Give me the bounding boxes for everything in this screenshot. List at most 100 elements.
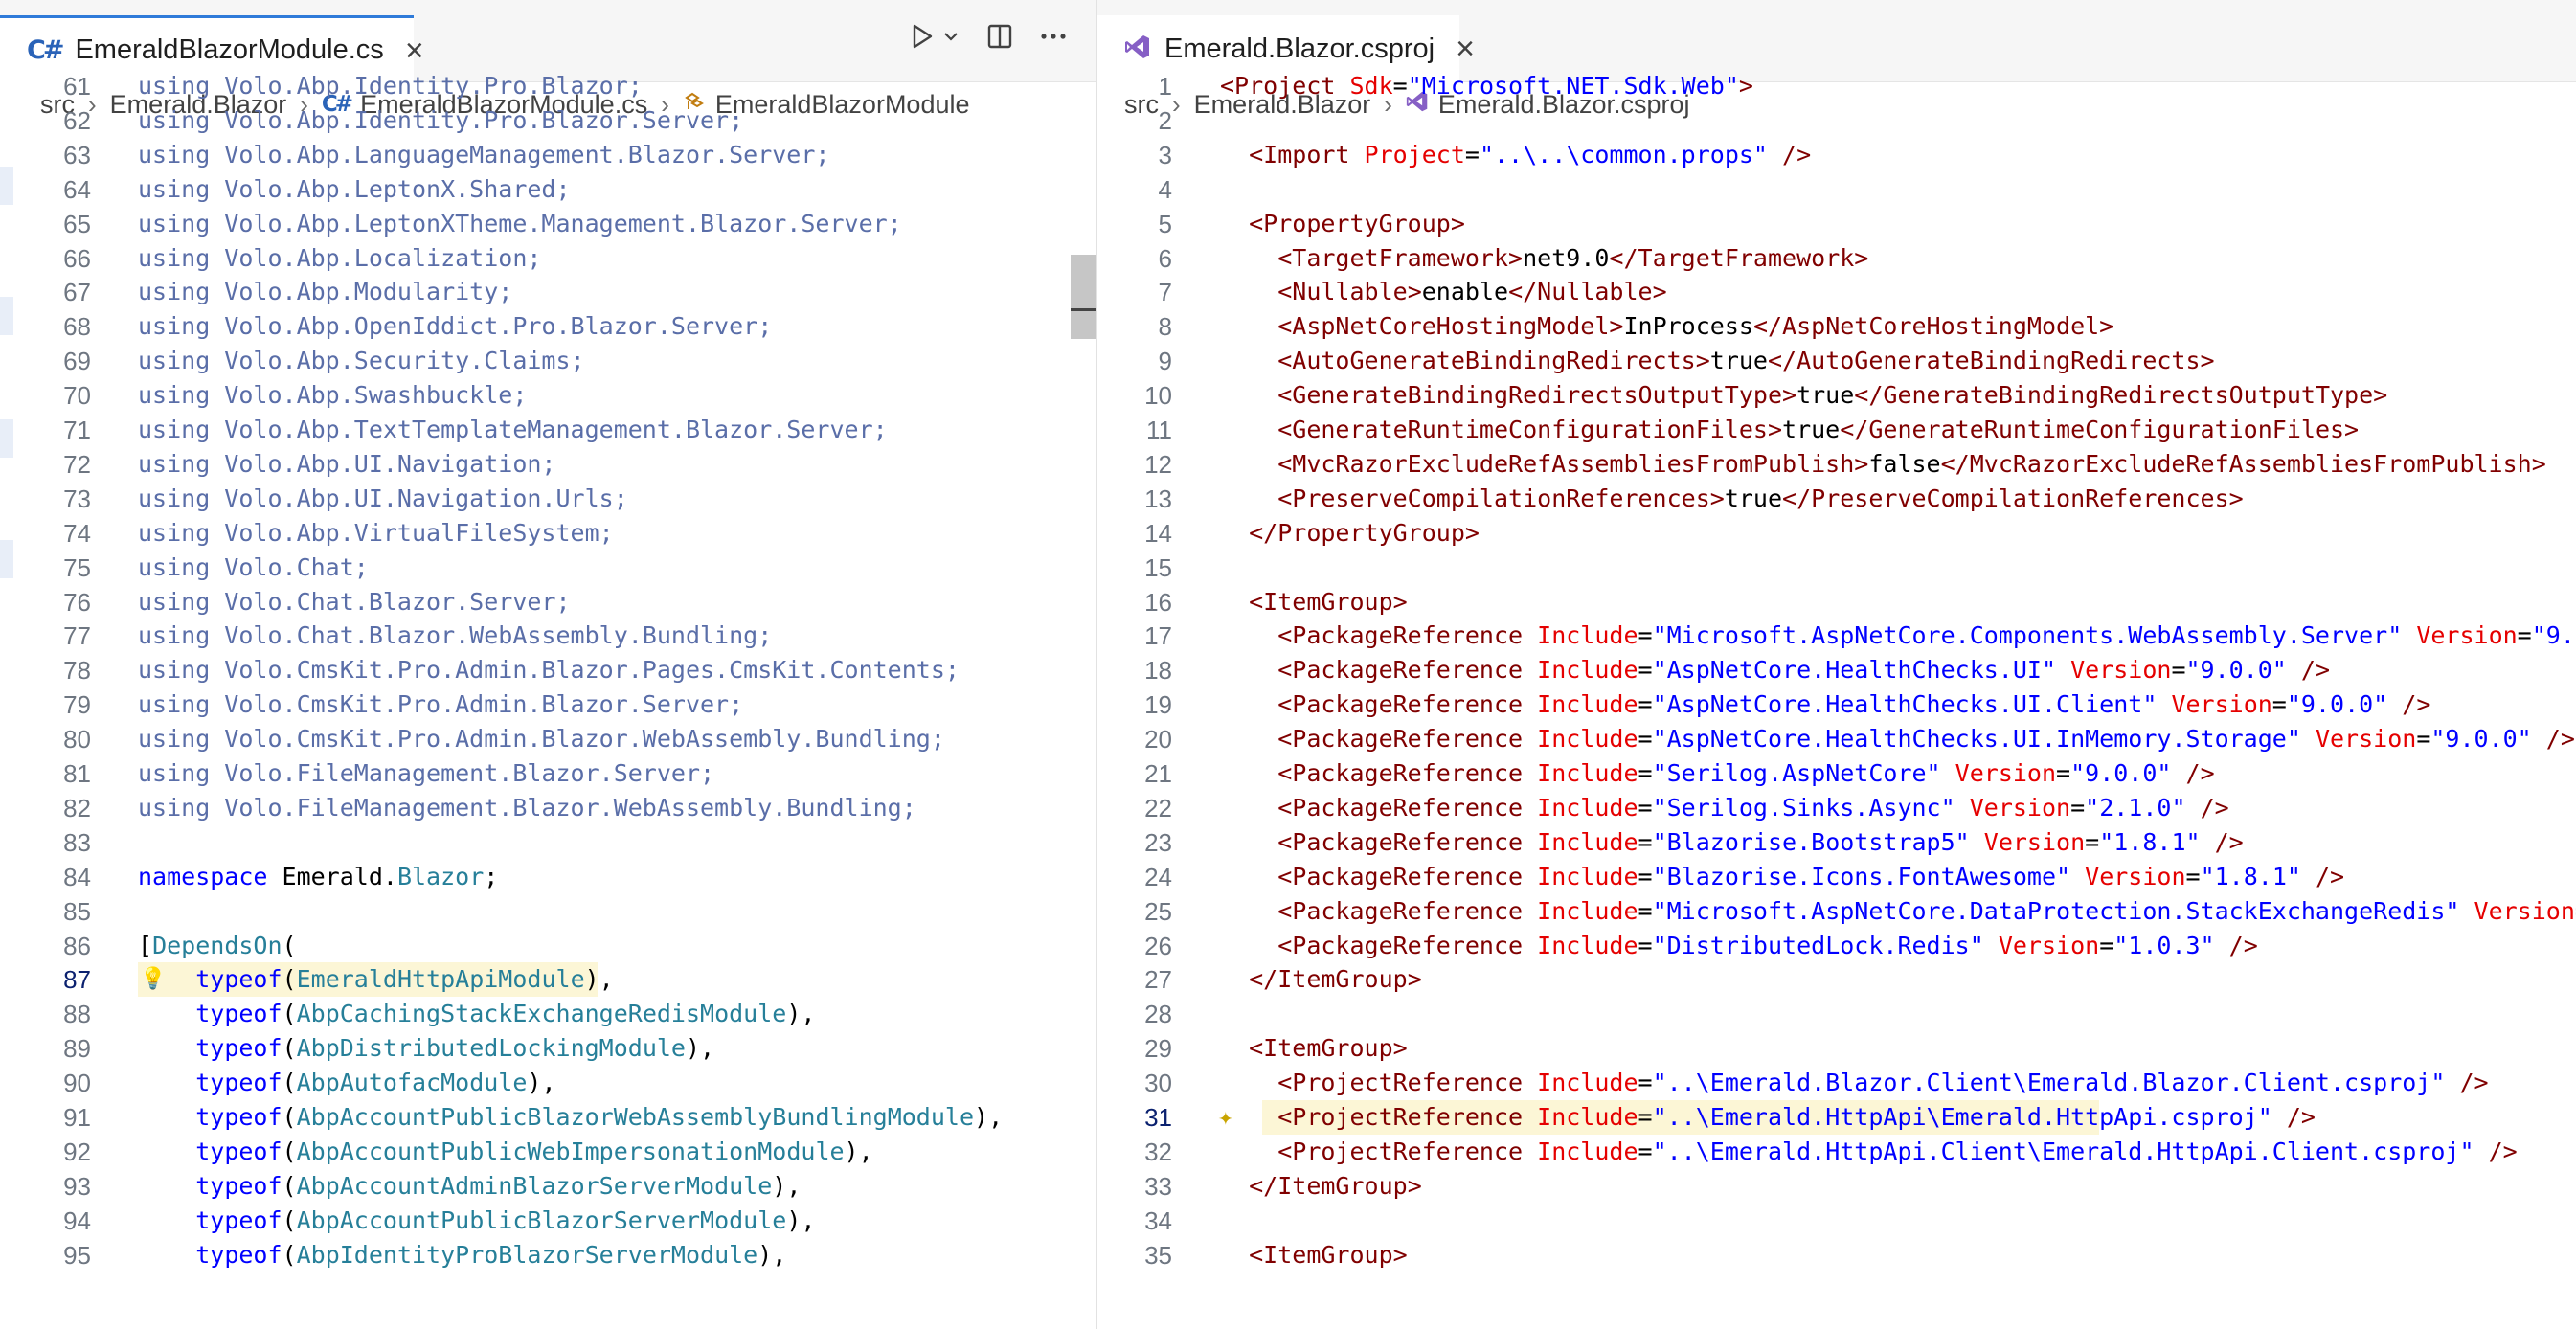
line-number: 75 (63, 552, 91, 582)
code-line[interactable]: 87 typeof(EmeraldHttpApiModule), 💡 (0, 962, 1096, 998)
code-line[interactable]: 7 <Nullable>enable</Nullable> (1097, 275, 2576, 309)
code-line[interactable]: 20 <PackageReference Include="AspNetCore… (1097, 722, 2576, 756)
more-actions-icon[interactable] (1040, 33, 1067, 40)
code-line[interactable]: 71 using Volo.Abp.TextTemplateManagement.… (0, 413, 1096, 447)
code-line[interactable]: 68 using Volo.Abp.OpenIddict.Pro.Blazor.S… (0, 309, 1096, 344)
code-line[interactable]: 34 (1097, 1204, 2576, 1238)
code-line[interactable]: 66 using Volo.Abp.Localization; (0, 241, 1096, 276)
code-line[interactable]: 88 typeof(AbpCachingStackExchangeRedisMo… (0, 997, 1096, 1031)
code-line[interactable]: 14 </PropertyGroup> (1097, 516, 2576, 551)
line-text: using Volo.Abp.TextTemplateManagement.Bl… (138, 416, 888, 443)
code-line[interactable]: 64 using Volo.Abp.LeptonX.Shared; (0, 172, 1096, 207)
code-line[interactable]: 32 <ProjectReference Include="..\Emerald… (1097, 1135, 2576, 1169)
code-line[interactable]: 3 <Import Project="..\..\common.props" /… (1097, 138, 2576, 172)
code-line[interactable]: 93 typeof(AbpAccountAdminBlazorServerMod… (0, 1169, 1096, 1204)
code-line[interactable]: 33 </ItemGroup> (1097, 1169, 2576, 1204)
line-number: 73 (63, 484, 91, 513)
code-line[interactable]: 78 using Volo.CmsKit.Pro.Admin.Blazor.Pag… (0, 653, 1096, 687)
code-line[interactable]: 89 typeof(AbpDistributedLockingModule), (0, 1031, 1096, 1066)
code-line[interactable]: 72 using Volo.Abp.UI.Navigation; (0, 447, 1096, 482)
code-line[interactable]: 80 using Volo.CmsKit.Pro.Admin.Blazor.Web… (0, 722, 1096, 756)
code-line[interactable]: 4 (1097, 172, 2576, 207)
code-line[interactable]: 9 <AutoGenerateBindingRedirects>true</Au… (1097, 344, 2576, 378)
code-line[interactable]: 21 <PackageReference Include="Serilog.As… (1097, 756, 2576, 791)
code-line[interactable]: 91 typeof(AbpAccountPublicBlazorWebAssem… (0, 1100, 1096, 1135)
code-line[interactable]: 95 typeof(AbpIdentityProBlazorServerModu… (0, 1238, 1096, 1273)
code-line[interactable]: 18 <PackageReference Include="AspNetCore… (1097, 653, 2576, 687)
code-line[interactable]: 85 (0, 894, 1096, 929)
line-text: using Volo.Abp.Localization; (138, 243, 542, 272)
code-line[interactable]: 63 using Volo.Abp.LanguageManagement.Blaz… (0, 138, 1096, 172)
code-line[interactable]: 65 using Volo.Abp.LeptonXTheme.Management… (0, 207, 1096, 241)
code-line[interactable]: 75 using Volo.Chat; (0, 551, 1096, 585)
code-line[interactable]: 13 <PreserveCompilationReferences>true</… (1097, 482, 2576, 516)
line-number: 12 (1144, 449, 1172, 479)
code-line[interactable]: 16 <ItemGroup> (1097, 585, 2576, 619)
line-number: 70 (63, 381, 91, 411)
code-line[interactable]: 79 using Volo.CmsKit.Pro.Admin.Blazor.Ser… (0, 687, 1096, 722)
line-number: 92 (63, 1137, 91, 1166)
close-icon[interactable]: × (405, 34, 424, 67)
code-line[interactable]: 25 <PackageReference Include="Microsoft.… (1097, 894, 2576, 929)
code-line[interactable]: 28 (1097, 997, 2576, 1031)
code-line[interactable]: 94 typeof(AbpAccountPublicBlazorServerMo… (0, 1204, 1096, 1238)
code-line[interactable]: 74 using Volo.Abp.VirtualFileSystem; (0, 516, 1096, 551)
code-line[interactable]: 23 <PackageReference Include="Blazorise.… (1097, 825, 2576, 860)
code-line[interactable]: 15 (1097, 551, 2576, 585)
vertical-scrollbar[interactable] (1071, 128, 1096, 1329)
code-line[interactable]: 8 <AspNetCoreHostingModel>InProcess</Asp… (1097, 309, 2576, 344)
code-line[interactable]: 19 <PackageReference Include="AspNetCore… (1097, 687, 2576, 722)
code-line[interactable]: 1 <Project Sdk="Microsoft.NET.Sdk.Web"> (1097, 69, 2576, 103)
code-line[interactable]: 76 using Volo.Chat.Blazor.Server; (0, 585, 1096, 619)
code-line[interactable]: 67 using Volo.Abp.Modularity; (0, 275, 1096, 309)
code-line[interactable]: 35 <ItemGroup> (1097, 1238, 2576, 1273)
code-line[interactable]: 81 using Volo.FileManagement.Blazor.Serve… (0, 756, 1096, 791)
code-line[interactable]: 22 <PackageReference Include="Serilog.Si… (1097, 791, 2576, 825)
code-editor-left[interactable]: 61 using Volo.Abp.Identity.Pro.Blazor; 62 u… (0, 72, 1096, 1329)
line-number: 27 (1144, 965, 1172, 995)
right-editor-group: Emerald.Blazor.csproj × src › Emerald.Bl… (1097, 0, 2576, 1329)
code-line[interactable]: 6 <TargetFramework>net9.0</TargetFramewo… (1097, 241, 2576, 276)
code-line[interactable]: 83 (0, 825, 1096, 860)
code-line[interactable]: 62 using Volo.Abp.Identity.Pro.Blazor.Ser… (0, 103, 1096, 138)
code-line[interactable]: 90 typeof(AbpAutofacModule), (0, 1066, 1096, 1100)
code-line[interactable]: 73 using Volo.Abp.UI.Navigation.Urls; (0, 482, 1096, 516)
line-number: 83 (63, 827, 91, 857)
line-text: using Volo.Abp.UI.Navigation; (138, 449, 556, 478)
code-line[interactable]: 5 <PropertyGroup> (1097, 207, 2576, 241)
sparkle-icon[interactable]: ✦ (1218, 1100, 1233, 1135)
left-editor-group: C# EmeraldBlazorModule.cs × src › Emeral… (0, 0, 1096, 1329)
code-line[interactable]: 27 </ItemGroup> (1097, 962, 2576, 997)
code-line[interactable]: 77 using Volo.Chat.Blazor.WebAssembly.Bun… (0, 619, 1096, 653)
scrollbar-thumb[interactable] (1071, 255, 1096, 339)
close-icon[interactable]: × (1456, 33, 1475, 65)
split-editor-icon[interactable] (986, 23, 1013, 50)
code-line[interactable]: 86 [DependsOn( (0, 929, 1096, 963)
code-line[interactable]: 31 <ProjectReference Include="..\Emerald… (1097, 1100, 2576, 1135)
code-editor-right[interactable]: 1 <Project Sdk="Microsoft.NET.Sdk.Web"> 2 3… (1097, 72, 2576, 1329)
code-line[interactable]: 12 <MvcRazorExcludeRefAssembliesFromPubl… (1097, 447, 2576, 482)
code-line[interactable]: 10 <GenerateBindingRedirectsOutputType>t… (1097, 378, 2576, 413)
line-number: 86 (63, 931, 91, 960)
line-number: 14 (1144, 518, 1172, 548)
code-line[interactable]: 70 using Volo.Abp.Swashbuckle; (0, 378, 1096, 413)
code-line[interactable]: 26 <PackageReference Include="Distribute… (1097, 929, 2576, 963)
code-line[interactable]: 84 namespace Emerald.Blazor; (0, 860, 1096, 894)
code-line[interactable]: 92 typeof(AbpAccountPublicWebImpersonati… (0, 1135, 1096, 1169)
code-line[interactable]: 11 <GenerateRuntimeConfigurationFiles>tr… (1097, 413, 2576, 447)
code-line[interactable]: 69 using Volo.Abp.Security.Claims; (0, 344, 1096, 378)
code-line[interactable]: 82 using Volo.FileManagement.Blazor.WebAs… (0, 791, 1096, 825)
code-line[interactable]: 29 <ItemGroup> (1097, 1031, 2576, 1066)
csharp-file-icon: C# (27, 35, 64, 65)
code-line[interactable]: 61 using Volo.Abp.Identity.Pro.Blazor; (0, 69, 1096, 103)
line-number: 22 (1144, 793, 1172, 822)
line-text: <ProjectReference Include="..\Emerald.Ht… (1277, 1137, 2518, 1165)
code-line[interactable]: 17 <PackageReference Include="Microsoft.… (1097, 619, 2576, 653)
code-line[interactable]: 30 <ProjectReference Include="..\Emerald… (1097, 1066, 2576, 1100)
code-line[interactable]: 24 <PackageReference Include="Blazorise.… (1097, 860, 2576, 894)
lightbulb-icon[interactable]: 💡 (140, 962, 166, 997)
code-line[interactable]: 2 (1097, 103, 2576, 138)
line-text: using Volo.CmsKit.Pro.Admin.Blazor.WebAs… (138, 725, 945, 754)
line-number: 72 (63, 449, 91, 479)
run-icon[interactable] (910, 23, 960, 50)
